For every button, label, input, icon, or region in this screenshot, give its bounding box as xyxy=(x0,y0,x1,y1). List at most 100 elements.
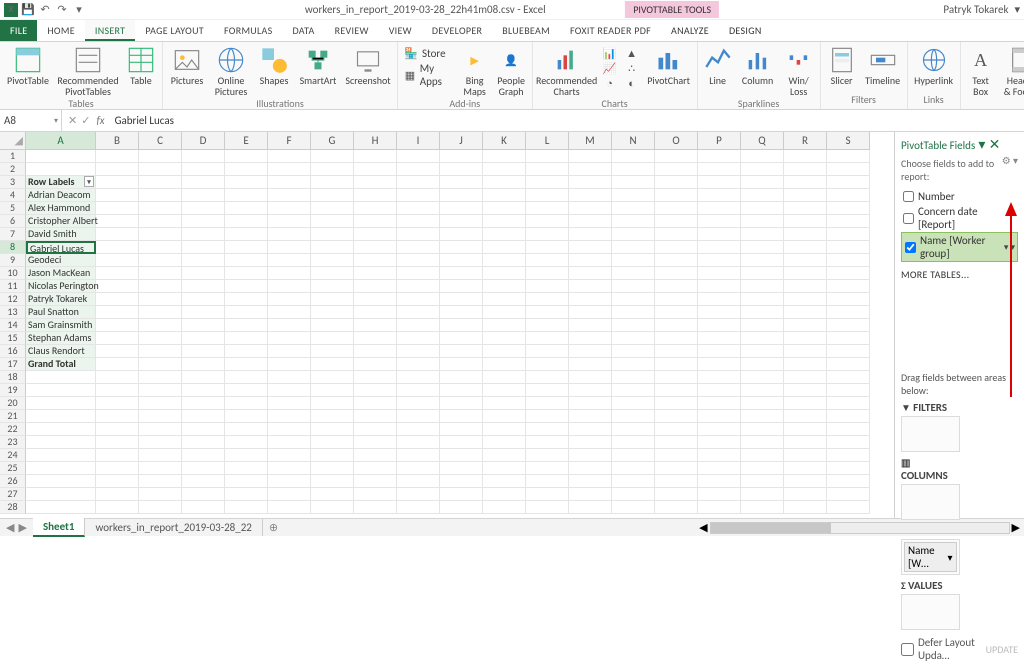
cell-L15[interactable] xyxy=(526,332,569,345)
cell-J24[interactable] xyxy=(440,449,483,462)
cell-B19[interactable] xyxy=(96,384,139,397)
cell-H8[interactable] xyxy=(354,241,397,254)
cell-H5[interactable] xyxy=(354,202,397,215)
cell-G23[interactable] xyxy=(311,436,354,449)
enter-icon[interactable]: ✓ xyxy=(81,114,90,127)
cell-M3[interactable] xyxy=(569,176,612,189)
cell-C2[interactable] xyxy=(139,163,182,176)
cell-N17[interactable] xyxy=(612,358,655,371)
col-header-K[interactable]: K xyxy=(483,132,526,150)
cell-J19[interactable] xyxy=(440,384,483,397)
cell-L19[interactable] xyxy=(526,384,569,397)
col-header-R[interactable]: R xyxy=(784,132,827,150)
cell-N28[interactable] xyxy=(612,501,655,514)
cell-F19[interactable] xyxy=(268,384,311,397)
cell-O23[interactable] xyxy=(655,436,698,449)
cell-Q12[interactable] xyxy=(741,293,784,306)
cell-N20[interactable] xyxy=(612,397,655,410)
cell-E28[interactable] xyxy=(225,501,268,514)
timeline-button[interactable]: Timeline xyxy=(865,46,901,87)
cell-L10[interactable] xyxy=(526,267,569,280)
cell-Q13[interactable] xyxy=(741,306,784,319)
cell-Q2[interactable] xyxy=(741,163,784,176)
cell-H21[interactable] xyxy=(354,410,397,423)
cell-G21[interactable] xyxy=(311,410,354,423)
field-concern-date[interactable]: Concern date [Report] xyxy=(901,204,1018,232)
cell-P12[interactable] xyxy=(698,293,741,306)
cell-N11[interactable] xyxy=(612,280,655,293)
cell-F15[interactable] xyxy=(268,332,311,345)
cell-H14[interactable] xyxy=(354,319,397,332)
cell-A25[interactable] xyxy=(26,462,96,475)
cell-N1[interactable] xyxy=(612,150,655,163)
col-header-M[interactable]: M xyxy=(569,132,612,150)
cell-F10[interactable] xyxy=(268,267,311,280)
cell-L22[interactable] xyxy=(526,423,569,436)
rows-chip[interactable]: Name [W… ▾ xyxy=(904,542,957,572)
cell-L8[interactable] xyxy=(526,241,569,254)
cell-B10[interactable] xyxy=(96,267,139,280)
cell-A20[interactable] xyxy=(26,397,96,410)
cell-J22[interactable] xyxy=(440,423,483,436)
cell-M8[interactable] xyxy=(569,241,612,254)
cell-D28[interactable] xyxy=(182,501,225,514)
cell-O9[interactable] xyxy=(655,254,698,267)
cell-E23[interactable] xyxy=(225,436,268,449)
cell-I4[interactable] xyxy=(397,189,440,202)
recommended-pivottables-button[interactable]: Recommended PivotTables xyxy=(58,46,118,97)
cell-B25[interactable] xyxy=(96,462,139,475)
row-header[interactable]: 28 xyxy=(0,501,26,514)
col-header-J[interactable]: J xyxy=(440,132,483,150)
cell-E1[interactable] xyxy=(225,150,268,163)
cell-S10[interactable] xyxy=(827,267,870,280)
cell-D14[interactable] xyxy=(182,319,225,332)
cell-C12[interactable] xyxy=(139,293,182,306)
cell-J8[interactable] xyxy=(440,241,483,254)
field-number[interactable]: Number xyxy=(901,189,1018,204)
cell-R19[interactable] xyxy=(784,384,827,397)
cell-L4[interactable] xyxy=(526,189,569,202)
cell-D5[interactable] xyxy=(182,202,225,215)
cell-K25[interactable] xyxy=(483,462,526,475)
cell-G17[interactable] xyxy=(311,358,354,371)
name-box[interactable]: A8 xyxy=(0,110,62,131)
cell-K28[interactable] xyxy=(483,501,526,514)
cell-M17[interactable] xyxy=(569,358,612,371)
cell-C20[interactable] xyxy=(139,397,182,410)
cell-L17[interactable] xyxy=(526,358,569,371)
cell-H13[interactable] xyxy=(354,306,397,319)
cell-I7[interactable] xyxy=(397,228,440,241)
tab-data[interactable]: DATA xyxy=(283,20,325,41)
cell-I16[interactable] xyxy=(397,345,440,358)
cell-S21[interactable] xyxy=(827,410,870,423)
cell-R24[interactable] xyxy=(784,449,827,462)
cell-J14[interactable] xyxy=(440,319,483,332)
cell-E24[interactable] xyxy=(225,449,268,462)
cell-O24[interactable] xyxy=(655,449,698,462)
tab-design[interactable]: DESIGN xyxy=(719,20,772,41)
chart-type-2[interactable]: 📈 xyxy=(603,61,617,75)
cell-Q25[interactable] xyxy=(741,462,784,475)
cell-B15[interactable] xyxy=(96,332,139,345)
cell-G5[interactable] xyxy=(311,202,354,215)
cell-F8[interactable] xyxy=(268,241,311,254)
cell-P3[interactable] xyxy=(698,176,741,189)
cell-N25[interactable] xyxy=(612,462,655,475)
sheet-tab-other[interactable]: workers_in_report_2019-03-28_22 xyxy=(85,519,262,536)
cell-D18[interactable] xyxy=(182,371,225,384)
fx-icon[interactable]: fx xyxy=(96,114,110,127)
cell-C10[interactable] xyxy=(139,267,182,280)
cell-K27[interactable] xyxy=(483,488,526,501)
cell-N16[interactable] xyxy=(612,345,655,358)
cell-R5[interactable] xyxy=(784,202,827,215)
cell-M16[interactable] xyxy=(569,345,612,358)
cell-M28[interactable] xyxy=(569,501,612,514)
col-header-E[interactable]: E xyxy=(225,132,268,150)
screenshot-button[interactable]: Screenshot xyxy=(345,46,391,87)
field-number-checkbox[interactable] xyxy=(903,191,914,202)
area-rows-well[interactable]: Name [W… ▾ xyxy=(901,539,960,575)
cell-R20[interactable] xyxy=(784,397,827,410)
cell-D6[interactable] xyxy=(182,215,225,228)
cell-L12[interactable] xyxy=(526,293,569,306)
cell-S11[interactable] xyxy=(827,280,870,293)
